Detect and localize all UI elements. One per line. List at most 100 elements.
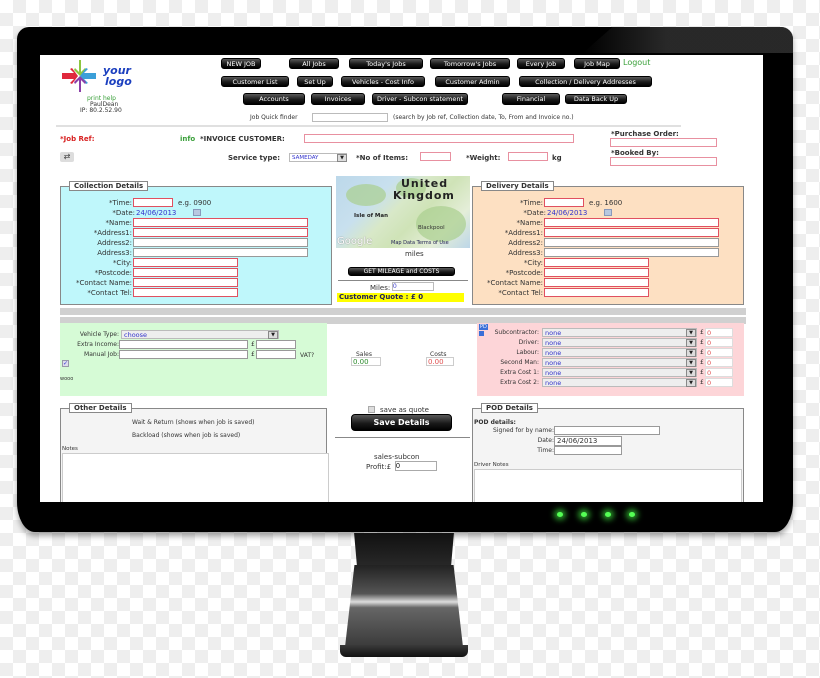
cost-row-amount[interactable]: 0: [705, 328, 733, 337]
cost-row-select[interactable]: none: [542, 338, 697, 347]
nav-invoices[interactable]: Invoices: [311, 93, 365, 105]
cost-row-amount[interactable]: 0: [705, 348, 733, 357]
collection-address3-input[interactable]: [133, 248, 308, 257]
cost-row-currency: £: [700, 349, 704, 356]
refresh-button[interactable]: ⇄: [60, 152, 74, 162]
collection-contact-name-input[interactable]: [133, 278, 238, 287]
get-mileage-button[interactable]: GET MILEAGE and COSTS: [348, 267, 455, 276]
cost-row-amount[interactable]: 0: [705, 368, 733, 377]
extra-income-amount-input[interactable]: [256, 340, 296, 349]
cost-row-dropdown-icon[interactable]: ▼: [686, 359, 696, 367]
pod-date-input[interactable]: 24/06/2013: [554, 436, 622, 446]
info-icon[interactable]: [479, 331, 484, 336]
nav-set-up[interactable]: Set Up: [297, 76, 333, 87]
nav-accounts[interactable]: Accounts: [243, 93, 305, 105]
delivery-address2-input[interactable]: [544, 238, 719, 247]
collection-date-label: *Date:: [112, 209, 135, 217]
vehicle-type-select[interactable]: choose: [121, 330, 279, 339]
nav-new-job[interactable]: NEW JOB: [221, 58, 261, 69]
cost-row-select[interactable]: none: [542, 358, 697, 367]
nav-vehicles-cost-info[interactable]: Vehicles - Cost Info: [341, 76, 425, 87]
save-as-quote-checkbox[interactable]: [368, 406, 375, 413]
delivery-postcode-input[interactable]: [544, 268, 649, 277]
quick-finder-input[interactable]: [312, 113, 388, 122]
nav-job-map[interactable]: Job Map: [574, 58, 620, 69]
notes-textarea[interactable]: [62, 453, 329, 502]
collection-time-input[interactable]: [133, 198, 173, 207]
miles-input[interactable]: [392, 282, 434, 291]
collection-city-label: *City:: [112, 259, 132, 267]
invoice-customer-input[interactable]: [304, 134, 574, 143]
service-type-dropdown-icon[interactable]: ▼: [337, 154, 347, 162]
weight-input[interactable]: [508, 152, 548, 161]
vehicle-type-dropdown-icon[interactable]: ▼: [268, 331, 278, 339]
cost-row-select[interactable]: none: [542, 348, 697, 357]
cost-row-dropdown-icon[interactable]: ▼: [686, 339, 696, 347]
map-label-blackpool: Blackpool: [418, 225, 445, 231]
items-input[interactable]: [420, 152, 451, 161]
delivery-postcode-label: *Postcode:: [505, 269, 543, 277]
collection-date-value[interactable]: 24/06/2013: [136, 209, 176, 217]
nav-every-job[interactable]: Every Job: [517, 58, 565, 69]
logout-link[interactable]: Logout: [623, 58, 650, 67]
nav-financial[interactable]: Financial: [502, 93, 560, 105]
cost-row-select[interactable]: none: [542, 328, 697, 337]
nav-all-jobs[interactable]: All Jobs: [289, 58, 339, 69]
collection-address1-input[interactable]: [133, 228, 308, 237]
cost-row-select[interactable]: none: [542, 368, 697, 377]
manual-job-amount-input[interactable]: [256, 350, 296, 359]
nav-tomorrows-jobs[interactable]: Tomorrow's Jobs: [430, 58, 510, 69]
collection-calendar-icon[interactable]: [193, 209, 201, 216]
pod-signed-input[interactable]: [554, 426, 660, 435]
info-link[interactable]: info: [180, 135, 195, 143]
cost-row-amount[interactable]: 0: [705, 358, 733, 367]
delivery-contact-name-input[interactable]: [544, 278, 649, 287]
map-attribution[interactable]: Map Data Terms of Use: [391, 240, 449, 246]
weight-unit: kg: [552, 154, 562, 162]
cost-row-dropdown-icon[interactable]: ▼: [686, 369, 696, 377]
purchase-order-input[interactable]: [610, 138, 717, 147]
cost-row-amount[interactable]: 0: [705, 338, 733, 347]
booked-by-input[interactable]: [610, 157, 717, 166]
notes-label: Notes: [62, 446, 78, 452]
nav-collection-delivery-addresses[interactable]: Collection / Delivery Addresses: [519, 76, 652, 87]
collection-time-label: *Time:: [109, 199, 132, 207]
wait-return-text: Wait & Return (shows when job is saved): [132, 419, 255, 426]
nav-todays-jobs[interactable]: Today's Jobs: [349, 58, 423, 69]
delivery-contact-tel-input[interactable]: [544, 288, 649, 297]
delivery-address3-input[interactable]: [544, 248, 719, 257]
driver-notes-textarea[interactable]: [474, 469, 742, 502]
save-details-button[interactable]: Save Details: [351, 414, 452, 431]
quick-finder-hint: (search by Job ref, Collection date, To,…: [393, 114, 574, 121]
delivery-city-input[interactable]: [544, 258, 649, 267]
route-map[interactable]: United Kingdom Isle of Man Blackpool Goo…: [336, 176, 470, 248]
collection-contact-tel-input[interactable]: [133, 288, 238, 297]
job-ref-label: *Job Ref:: [60, 135, 95, 143]
delivery-calendar-icon[interactable]: [604, 209, 612, 216]
delivery-name-input[interactable]: [544, 218, 719, 227]
collection-postcode-input[interactable]: [133, 268, 238, 277]
cost-row-dropdown-icon[interactable]: ▼: [686, 349, 696, 357]
nav-customer-admin[interactable]: Customer Admin: [435, 76, 510, 87]
delivery-date-value[interactable]: 24/06/2013: [547, 209, 587, 217]
cost-row-select[interactable]: none: [542, 378, 697, 387]
nav-data-back-up[interactable]: Data Back Up: [565, 94, 627, 104]
collection-name-input[interactable]: [133, 218, 308, 227]
pod-time-input[interactable]: [554, 446, 622, 455]
invoice-customer-label: *INVOICE CUSTOMER:: [200, 135, 285, 143]
delivery-time-input[interactable]: [544, 198, 584, 207]
cost-row-amount[interactable]: 0: [705, 378, 733, 387]
vehicle-type-label: Vehicle Type:: [79, 331, 119, 338]
collection-city-input[interactable]: [133, 258, 238, 267]
vat-checkbox[interactable]: ✓: [62, 360, 69, 367]
pd-badge[interactable]: PD: [479, 324, 488, 330]
delivery-address1-input[interactable]: [544, 228, 719, 237]
extra-income-description-input[interactable]: [119, 340, 248, 349]
collection-address2-input[interactable]: [133, 238, 308, 247]
profit-input[interactable]: [395, 461, 437, 471]
nav-driver-subcon-statement[interactable]: Driver - Subcon statement: [372, 93, 468, 105]
manual-job-description-input[interactable]: [119, 350, 248, 359]
cost-row-dropdown-icon[interactable]: ▼: [686, 329, 696, 337]
cost-row-dropdown-icon[interactable]: ▼: [686, 379, 696, 387]
nav-customer-list[interactable]: Customer List: [221, 76, 289, 87]
